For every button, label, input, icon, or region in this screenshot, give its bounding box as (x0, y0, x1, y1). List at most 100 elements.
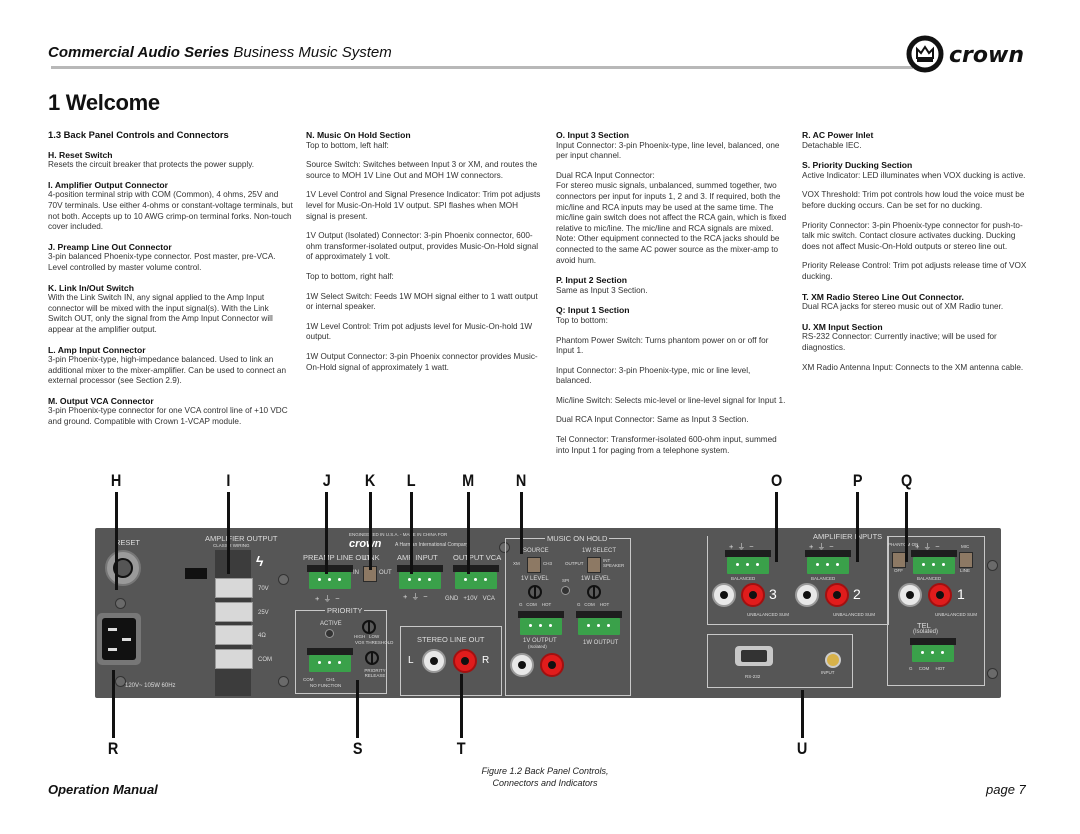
link-in-label: IN (353, 570, 359, 576)
item-text: Input Connector: 3-pin Phoenix-type, mic… (556, 365, 751, 386)
reset-button[interactable] (105, 550, 141, 586)
item-text: 3-pin Phoenix-type connector for one VCA… (48, 406, 288, 427)
rs232-connector[interactable] (735, 646, 773, 666)
input-1-rca-left[interactable] (898, 583, 922, 607)
iec-pin (108, 648, 117, 651)
crown-logo: crown (905, 34, 1065, 74)
input-3-connector[interactable] (725, 550, 771, 574)
tel-pin-labels: G COM HOT (909, 666, 946, 671)
tel-isolated-label: (Isolated) (913, 629, 939, 635)
item-text: 3-pin balanced Phoenix-type connector. P… (48, 252, 276, 272)
screw-icon (987, 560, 998, 571)
crown-wordmark: crown (949, 43, 1024, 68)
terminal-25v[interactable] (215, 602, 253, 622)
leader-line-q (905, 492, 908, 562)
output-vca-label: OUTPUT VCA (453, 553, 502, 562)
1w-select-switch[interactable] (587, 557, 601, 573)
item-text: Same as Input 3 Section. (556, 285, 648, 295)
output-vca-connector[interactable] (453, 565, 499, 589)
priority-release-knob[interactable] (365, 651, 379, 665)
preamp-line-out-connector[interactable] (307, 565, 353, 589)
item-text: Dual RCA Input Connector: Same as Input … (556, 415, 749, 425)
item-text: Tel Connector: Transformer-isolated 600-… (556, 435, 777, 455)
priority-connector[interactable] (307, 648, 353, 672)
callout-n: N (515, 471, 527, 490)
item-heading: K. Link In/Out Switch (48, 282, 134, 293)
1w-level-label: 1W LEVEL (581, 576, 611, 582)
mic-line-switch[interactable] (959, 552, 973, 568)
ac-power-inlet[interactable] (97, 613, 141, 665)
priority-label: PRIORITY (325, 606, 365, 615)
callout-q: Q (900, 471, 912, 490)
label-plate (185, 568, 207, 579)
xm-line-out-left-jack[interactable] (510, 653, 534, 677)
priority-pin-labels: COM CH1 (303, 677, 336, 682)
reset-label: RESET (115, 538, 141, 547)
input-1-number: 1 (957, 586, 965, 602)
1v-output-connector[interactable] (518, 611, 564, 635)
xm-antenna-input[interactable] (825, 652, 841, 668)
right-label: R (482, 655, 490, 666)
item-text: Priority Connector: 3-pin Phoenix-type c… (802, 220, 1023, 251)
amp-input-connector[interactable] (397, 565, 443, 589)
column-4: R. AC Power Inlet Detachable IEC. S. Pri… (802, 130, 1034, 382)
source-ch3-label: CH3 (543, 561, 553, 566)
leader-line-m (467, 492, 470, 574)
balanced-label: BALANCED (731, 576, 756, 581)
1v-level-knob[interactable] (528, 585, 542, 599)
input-3-rca-right[interactable] (741, 583, 765, 607)
item-text: Top to bottom: (556, 315, 608, 325)
stereo-line-out-right-jack[interactable] (453, 649, 477, 673)
item-preamp-line-out: J. Preamp Line Out Connector 3-pin balanc… (48, 242, 293, 274)
callout-t: T (456, 739, 466, 758)
item-heading: T. XM Radio Stereo Line Out Connector. (802, 291, 964, 302)
input-2-rca-right[interactable] (825, 583, 849, 607)
1w-select-label: 1W SELECT (582, 548, 617, 554)
active-led (325, 629, 334, 638)
vca-pin-labels: GND +10V VCA (445, 596, 495, 602)
callout-j: J (322, 471, 331, 490)
terminal-com[interactable] (215, 649, 253, 669)
amplifier-output-label: AMPLIFIER OUTPUT (205, 534, 278, 543)
item-amp-output: I. Amplifier Output Connector 4-position … (48, 180, 293, 233)
input-2-connector[interactable] (805, 550, 851, 574)
item-amp-input: L. Amp Input Connector 3-pin Phoenix-type… (48, 345, 293, 387)
phantom-power-switch[interactable] (892, 552, 906, 568)
item-text: Dual RCA jacks for stereo music out of X… (802, 302, 1004, 312)
input-1-rca-right[interactable] (928, 583, 952, 607)
panel-brand: crown (349, 538, 382, 550)
item-text: Dual RCA Input Connector: For stereo mus… (556, 170, 787, 265)
input-1-connector[interactable] (911, 550, 957, 574)
item-heading: S. Priority Ducking Section (802, 160, 913, 171)
item-heading: R. AC Power Inlet (802, 130, 874, 140)
spi-label: SPI (562, 578, 570, 583)
source-switch[interactable] (527, 557, 541, 573)
item-heading: N. Music On Hold Section (306, 130, 411, 140)
item-text: Mic/line Switch: Selects mic-level or li… (556, 395, 786, 405)
1w-select-int-label: INT SPEAKER (603, 558, 625, 568)
tel-connector[interactable] (910, 638, 956, 662)
vox-threshold-knob[interactable] (362, 620, 376, 634)
terminal-70v[interactable] (215, 578, 253, 598)
leader-line-u (801, 690, 804, 738)
vox-range: HIGH LOW (354, 634, 380, 639)
terminal-4ohm[interactable] (215, 625, 253, 645)
xm-line-out-right-jack[interactable] (540, 653, 564, 677)
callout-r: R (107, 739, 119, 758)
input-3-rca-left[interactable] (712, 583, 736, 607)
source-label: SOURCE (523, 548, 549, 554)
leader-line-h (115, 492, 118, 590)
stereo-line-out-left-jack[interactable] (422, 649, 446, 673)
iec-socket (102, 618, 136, 660)
iec-pin (122, 638, 131, 641)
item-text: With the Link Switch IN, any signal appl… (48, 293, 273, 334)
1w-output-connector[interactable] (576, 611, 622, 635)
1w-select-output-label: OUTPUT (565, 561, 584, 566)
terminal-strip (215, 550, 251, 696)
input-2-rca-left[interactable] (795, 583, 819, 607)
1w-level-knob[interactable] (587, 585, 601, 599)
hazard-icon: ϟ (256, 553, 264, 569)
rs232-pins (741, 650, 767, 662)
series-subtitle: Business Music System (229, 44, 392, 61)
music-on-hold-label: MUSIC ON HOLD (545, 534, 610, 543)
